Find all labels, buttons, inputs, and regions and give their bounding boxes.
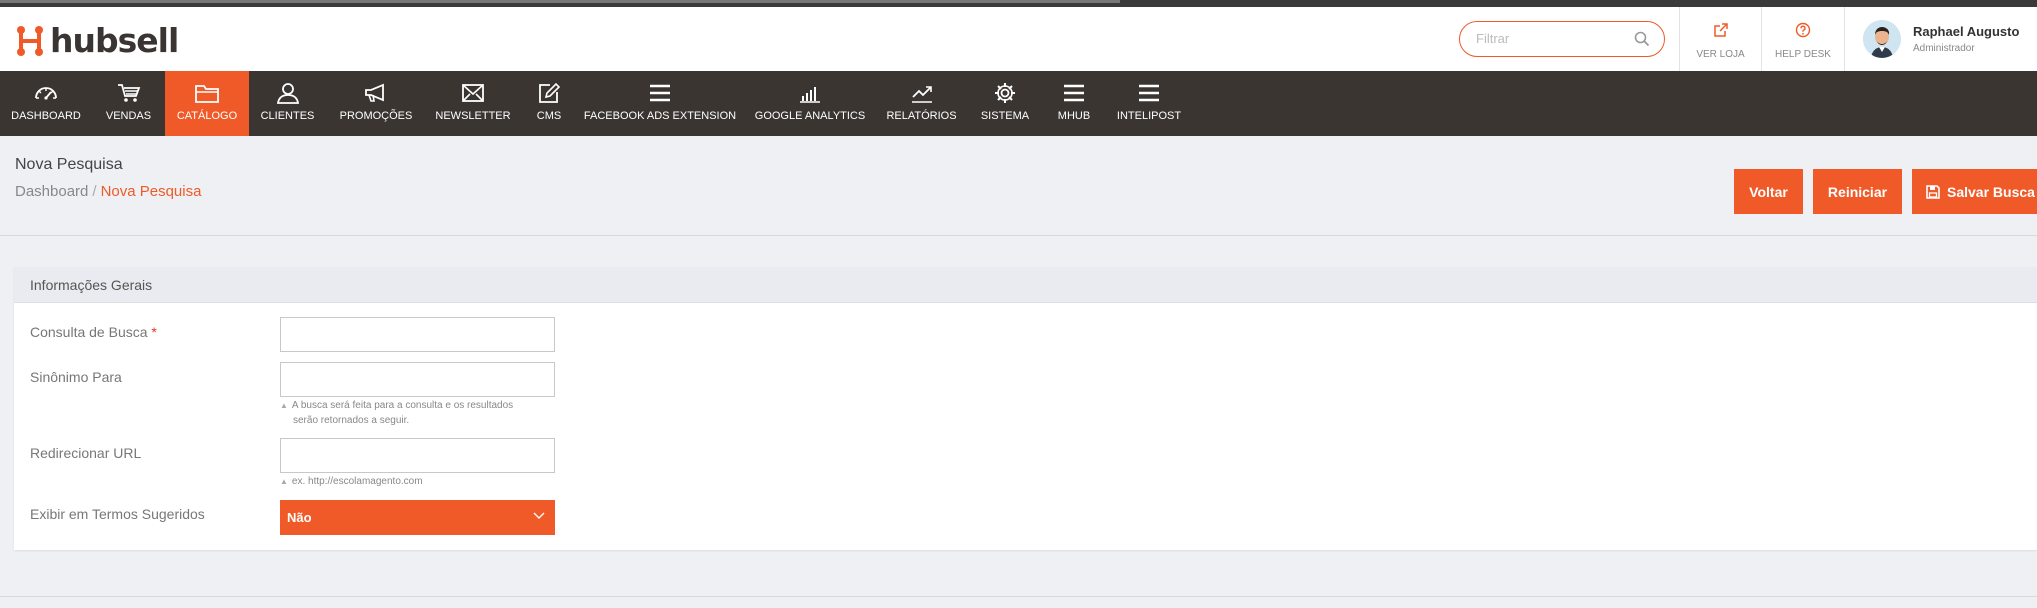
nav-item-promocoes[interactable]: PROMOÇÕES xyxy=(326,71,426,136)
menu-icon xyxy=(1064,84,1084,102)
nav-item-dashboard[interactable]: DASHBOARD xyxy=(0,71,92,136)
menu-icon xyxy=(1139,84,1159,102)
nav-item-cms[interactable]: CMS xyxy=(520,71,578,136)
synonym-input[interactable] xyxy=(280,362,555,397)
hubsell-logo-icon xyxy=(17,26,43,56)
panel-title: Informações Gerais xyxy=(14,267,2037,303)
user-icon xyxy=(276,83,299,104)
suggested-terms-value: Não xyxy=(287,510,312,525)
page-title: Nova Pesquisa xyxy=(15,156,123,173)
nav-item-facebook-ads[interactable]: FACEBOOK ADS EXTENSION xyxy=(578,71,742,136)
breadcrumb-current: Nova Pesquisa xyxy=(100,183,202,200)
page-title-bar: Nova Pesquisa Dashboard / Nova Pesquisa Vo… xyxy=(0,136,2037,236)
avatar xyxy=(1863,20,1901,58)
suggested-terms-select[interactable]: Não xyxy=(280,500,555,535)
main-nav: DASHBOARD VENDAS CATÁLOGO CLIENTES PROMO… xyxy=(0,71,2037,136)
cart-icon xyxy=(117,84,140,102)
nav-item-intelipost[interactable]: INTELIPOST xyxy=(1103,71,1195,136)
back-button[interactable]: Voltar xyxy=(1734,169,1803,214)
nav-label: FACEBOOK ADS EXTENSION xyxy=(583,110,737,122)
synonym-label: Sinônimo Para xyxy=(30,369,122,385)
ver-loja-button[interactable]: VER LOJA xyxy=(1679,7,1761,71)
reset-button[interactable]: Reiniciar xyxy=(1813,169,1902,214)
user-role: Administrador xyxy=(1913,43,1975,54)
nav-label: MHUB xyxy=(1057,110,1091,122)
gear-icon xyxy=(995,83,1015,103)
logo[interactable]: hubsell xyxy=(16,21,179,60)
general-info-panel: Informações Gerais Consulta de Busca * S… xyxy=(14,267,2037,550)
bottom-divider xyxy=(0,596,2037,597)
folder-icon xyxy=(195,85,219,103)
suggested-terms-label: Exibir em Termos Sugeridos xyxy=(30,506,205,522)
query-label-text: Consulta de Busca xyxy=(30,324,148,340)
synonym-note-line-2: serão retornados a seguir. xyxy=(293,415,410,426)
nav-label: NEWSLETTER xyxy=(435,110,511,122)
trend-line-icon xyxy=(911,86,932,103)
search-query-input[interactable] xyxy=(280,317,555,352)
user-name: Raphael Augusto xyxy=(1913,24,2020,39)
nav-label: GOOGLE ANALYTICS xyxy=(754,110,866,122)
external-link-icon xyxy=(1713,23,1728,37)
filter-box xyxy=(1459,21,1665,57)
chevron-down-icon xyxy=(533,512,545,519)
nav-label: VENDAS xyxy=(105,110,152,122)
query-label: Consulta de Busca * xyxy=(30,324,157,340)
nav-item-google-analytics[interactable]: GOOGLE ANALYTICS xyxy=(742,71,878,136)
nav-label: RELATÓRIOS xyxy=(886,110,957,122)
megaphone-icon xyxy=(365,83,384,102)
nav-label: CLIENTES xyxy=(260,110,315,122)
nav-item-newsletter[interactable]: NEWSLETTER xyxy=(426,71,520,136)
note-triangle-icon: ▲ xyxy=(280,477,288,486)
save-search-button[interactable]: Salvar Busca xyxy=(1912,169,2037,214)
nav-item-mhub[interactable]: MHUB xyxy=(1045,71,1103,136)
filter-input[interactable] xyxy=(1476,22,1636,55)
nav-item-sistema[interactable]: SISTEMA xyxy=(965,71,1045,136)
synonym-note-line-1: A busca será feita para a consulta e os … xyxy=(291,400,514,411)
bar-chart-icon xyxy=(800,87,820,103)
dashboard-gauge-icon xyxy=(35,87,57,100)
search-icon[interactable] xyxy=(1634,31,1650,47)
synonym-note: ▲ A busca será feita para a consulta e os… xyxy=(280,398,513,428)
ver-loja-label: VER LOJA xyxy=(1696,49,1745,60)
envelope-icon xyxy=(462,84,484,102)
redirect-note: ▲ ex. http://escolamagento.com xyxy=(280,474,423,489)
save-search-label: Salvar Busca xyxy=(1947,183,2035,200)
nav-item-catalogo[interactable]: CATÁLOGO xyxy=(165,71,249,136)
required-mark: * xyxy=(151,324,157,340)
top-strip xyxy=(0,0,2037,7)
help-desk-label: HELP DESK xyxy=(1775,49,1831,60)
redirect-label: Redirecionar URL xyxy=(30,445,142,461)
nav-label: PROMOÇÕES xyxy=(339,110,413,122)
help-desk-button[interactable]: HELP DESK xyxy=(1761,7,1844,71)
save-disk-icon xyxy=(1926,184,1940,199)
nav-label: DASHBOARD xyxy=(11,110,81,122)
avatar-icon xyxy=(1863,20,1901,58)
user-menu[interactable]: Raphael Augusto Administrador xyxy=(1844,7,2037,71)
menu-icon xyxy=(650,84,670,102)
nav-item-vendas[interactable]: VENDAS xyxy=(92,71,165,136)
help-question-icon xyxy=(1795,22,1811,38)
breadcrumb: Dashboard / Nova Pesquisa xyxy=(15,183,201,200)
nav-label: CMS xyxy=(536,110,562,122)
nav-label: CATÁLOGO xyxy=(176,110,238,122)
nav-label: SISTEMA xyxy=(980,110,1030,122)
nav-label: INTELIPOST xyxy=(1116,110,1182,122)
breadcrumb-separator: / xyxy=(92,183,97,200)
note-triangle-icon: ▲ xyxy=(280,401,288,410)
nav-item-relatorios[interactable]: RELATÓRIOS xyxy=(878,71,965,136)
breadcrumb-home[interactable]: Dashboard xyxy=(15,183,88,200)
redirect-url-input[interactable] xyxy=(280,438,555,473)
redirect-note-text: ex. http://escolamagento.com xyxy=(291,476,423,487)
header: hubsell VER LOJA HELP DESK xyxy=(0,7,2037,71)
edit-icon xyxy=(539,82,561,103)
nav-item-clientes[interactable]: CLIENTES xyxy=(249,71,326,136)
logo-text: hubsell xyxy=(50,21,179,60)
